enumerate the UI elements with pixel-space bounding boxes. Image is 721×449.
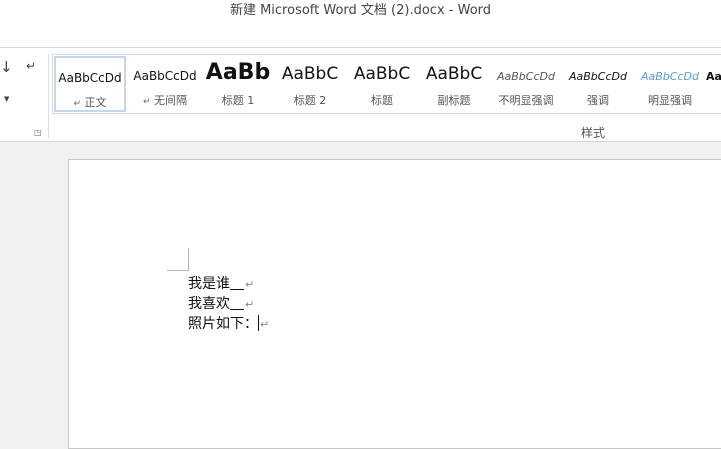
doc-line-1[interactable]: 我是谁 ↵ [188,274,254,295]
style-label: 标题 2 [293,94,327,107]
style-sample: AaBbC [425,64,483,84]
title-bar: 新建 Microsoft Word 文档 (2).docx - Word [0,0,721,22]
style-next[interactable]: Aa [706,56,721,112]
group-divider [48,54,49,138]
style-heading-1[interactable]: AaBb 标题 1 [202,56,274,112]
margin-marker-line [167,270,188,271]
style-label: 副标题 [437,94,471,107]
paragraph-mark-icon: ↵ [73,99,82,109]
underline-blank [230,275,244,290]
document-area: 我是谁 ↵ 我喜欢 ↵ 照片如下： ↵ [0,142,721,449]
document-page[interactable]: 我是谁 ↵ 我喜欢 ↵ 照片如下： ↵ [68,159,721,449]
style-sample: AaBbCcDd [497,70,555,83]
paragraph-mark-icon: ↵ [142,97,151,107]
style-label: 强调 [587,94,609,107]
dialog-launcher-icon[interactable]: ◳ [34,128,42,137]
style-emphasis[interactable]: AaBbCcDd 强调 [562,56,634,112]
style-normal[interactable]: AaBbCcDd ↵ 正文 [54,56,126,112]
style-sample: AaBbC [353,64,411,84]
style-title[interactable]: AaBbC 标题 [346,56,418,112]
style-sample: AaBbCcDd [569,70,627,83]
styles-gallery: AaBbCcDd ↵ 正文 AaBbCcDd ↵ 无间隔 AaBb 标题 1 A… [52,54,721,114]
doc-line-3[interactable]: 照片如下： ↵ [188,314,269,335]
ribbon-tab-divider [0,47,721,48]
style-label: 不明显强调 [498,94,554,107]
sort-icon[interactable]: ↓ [0,58,13,76]
doc-line-2[interactable]: 我喜欢 ↵ [188,294,254,315]
style-sample: AaBb [205,60,271,85]
margin-marker [185,248,189,271]
paragraph-mark-icon: ↵ [245,278,255,291]
style-subtle-emphasis[interactable]: AaBbCcDd 不明显强调 [490,56,562,112]
style-subtitle[interactable]: AaBbC 副标题 [418,56,490,112]
show-marks-icon[interactable]: ↵ [26,59,36,73]
style-sample: Aa [706,70,721,83]
style-heading-2[interactable]: AaBbC 标题 2 [274,56,346,112]
style-label: ↵ 无间隔 [142,94,188,107]
style-sample: AaBbC [281,64,339,84]
style-label: 标题 [371,94,393,107]
dropdown-arrow-icon[interactable]: ▼ [4,95,9,103]
style-sample: AaBbCcDd [641,70,699,83]
style-label: ↵ 正文 [73,96,107,109]
text-caret [258,315,259,331]
style-label: 明显强调 [648,94,692,107]
style-no-spacing[interactable]: AaBbCcDd ↵ 无间隔 [129,56,201,112]
style-sample: AaBbCcDd [58,71,122,85]
style-label: 标题 1 [221,94,255,107]
styles-group-label: 样式 [580,126,605,140]
underline-blank [230,295,244,310]
paragraph-mark-icon: ↵ [245,298,255,311]
style-sample: AaBbCcDd [133,69,197,83]
window-title: 新建 Microsoft Word 文档 (2).docx - Word [229,3,492,18]
paragraph-mark-icon: ↵ [260,318,270,331]
style-intense-emphasis[interactable]: AaBbCcDd 明显强调 [634,56,706,112]
